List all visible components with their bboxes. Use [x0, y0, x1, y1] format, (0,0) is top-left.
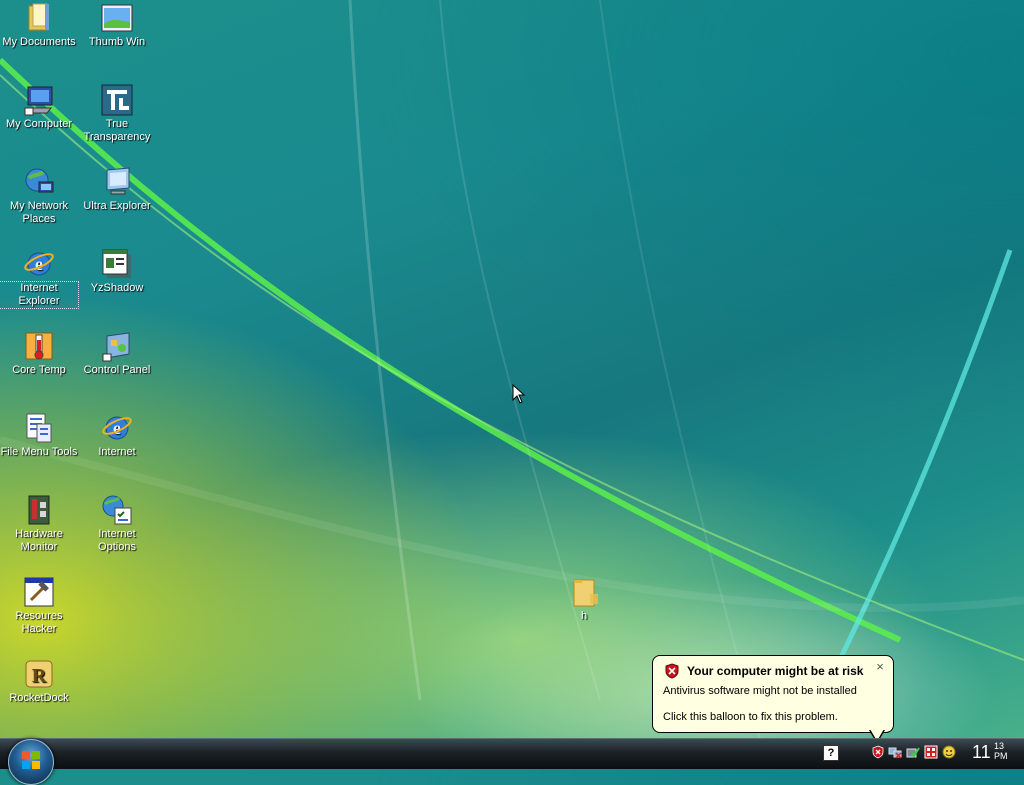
hardware-monitor-icon	[23, 494, 55, 526]
document-list-icon	[23, 412, 55, 444]
icon-label: My Network Places	[9, 200, 69, 225]
desktop-icon-my-network-places[interactable]: My Network Places	[0, 166, 78, 226]
computer-icon	[23, 84, 55, 116]
thermometer-icon	[23, 330, 55, 362]
picture-window-icon	[101, 2, 133, 34]
icon-label: YzShadow	[90, 282, 144, 294]
clock-period: PM	[994, 751, 1008, 761]
desktop-icon-my-computer[interactable]: My Computer	[0, 84, 78, 131]
shadow-window-icon	[101, 248, 133, 280]
internet-explorer-icon: e	[101, 412, 133, 444]
explorer-monitor-icon	[101, 166, 133, 198]
icon-label: Control Panel	[83, 364, 151, 376]
help-tray-icon[interactable]: ?	[823, 745, 839, 761]
desktop[interactable]: My Documents My Computer My Network Plac…	[0, 0, 1024, 738]
svg-text:R: R	[32, 665, 47, 687]
desktop-icon-ultra-explorer[interactable]: Ultra Explorer	[78, 166, 156, 213]
rocketdock-icon: R	[23, 658, 55, 690]
clock-hour: 11	[972, 742, 991, 762]
balloon-action-text[interactable]: Click this balloon to fix this problem.	[663, 711, 838, 723]
desktop-icon-internet-explorer[interactable]: e Internet Explorer	[0, 248, 79, 309]
desktop-icon-my-documents[interactable]: My Documents	[0, 2, 78, 49]
network-disconnected-tray-icon[interactable]	[888, 745, 902, 759]
windows-logo-icon	[21, 750, 41, 770]
desktop-icon-rocketdock[interactable]: R RocketDock	[0, 658, 78, 705]
folder-documents-icon	[23, 2, 55, 34]
control-panel-icon	[101, 330, 133, 362]
messenger-tray-icon[interactable]	[942, 745, 956, 759]
desktop-icon-core-temp[interactable]: Core Temp	[0, 330, 78, 377]
icon-label: h	[580, 610, 588, 622]
hammer-window-icon	[23, 576, 55, 608]
transparency-icon	[101, 84, 133, 116]
clock-minutes: 13	[994, 741, 1005, 751]
security-shield-icon	[664, 663, 680, 679]
icon-label: Internet	[98, 446, 136, 458]
desktop-icon-hardware-monitor[interactable]: Hardware Monitor	[0, 494, 78, 554]
icon-label: Hardware Monitor	[15, 528, 63, 553]
balloon-close-button[interactable]: ×	[873, 660, 887, 674]
mouse-cursor-icon	[512, 383, 526, 409]
desktop-icon-internet-options[interactable]: Internet Options	[78, 494, 156, 554]
desktop-icon-true-transparency[interactable]: True Transparency	[78, 84, 156, 144]
balloon-title: Your computer might be at risk	[687, 664, 864, 678]
icon-label: Ultra Explorer	[83, 200, 151, 212]
network-globe-icon	[23, 166, 55, 198]
desktop-icon-internet[interactable]: e Internet	[78, 412, 156, 459]
icon-label: My Computer	[5, 118, 73, 130]
desktop-icon-control-panel[interactable]: Control Panel	[78, 330, 156, 377]
desktop-icon-thumb-win[interactable]: Thumb Win	[78, 2, 156, 49]
icon-label: File Menu Tools	[0, 446, 78, 458]
icon-label: Resoures Hacker	[15, 610, 63, 635]
security-balloon[interactable]: Your computer might be at risk Antivirus…	[652, 655, 894, 744]
icon-label: Thumb Win	[88, 36, 146, 48]
desktop-icon-file-menu-tools[interactable]: File Menu Tools	[0, 412, 78, 459]
icon-label: My Documents	[2, 36, 76, 48]
desktop-icon-resoures-hacker[interactable]: Resoures Hacker	[0, 576, 78, 636]
balloon-message: Antivirus software might not be installe…	[663, 685, 857, 697]
folder-icon	[568, 576, 600, 608]
start-button[interactable]	[8, 739, 54, 785]
clock-minutes-period: 13 PM	[994, 741, 1008, 761]
icon-label: RocketDock	[9, 692, 69, 704]
internet-explorer-icon: e	[23, 248, 55, 280]
icon-label: Internet Explorer	[0, 281, 79, 309]
desktop-icon-yzshadow[interactable]: YzShadow	[78, 248, 156, 295]
icon-label: Core Temp	[12, 364, 66, 376]
app-tray-icon[interactable]	[924, 745, 938, 759]
icon-label: True Transparency	[83, 118, 151, 143]
icon-label: Internet Options	[98, 528, 136, 553]
safely-remove-tray-icon[interactable]	[906, 745, 920, 759]
desktop-icon-folder-h[interactable]: h	[545, 576, 623, 623]
internet-options-icon	[101, 494, 133, 526]
security-alert-tray-icon[interactable]	[871, 745, 885, 759]
taskbar-clock[interactable]: 11 13 PM	[972, 741, 1008, 763]
